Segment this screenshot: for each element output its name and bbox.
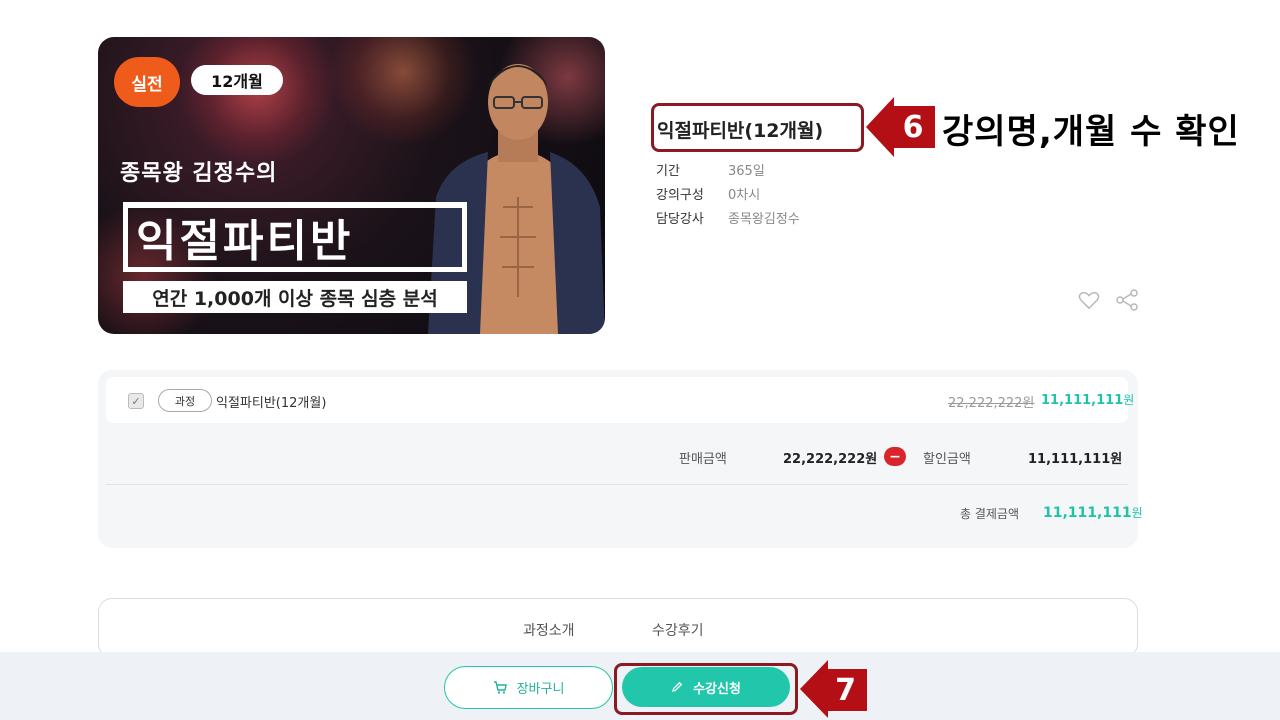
tab-reviews[interactable]: 수강후기 — [652, 620, 704, 640]
sale-price-unit: 원 — [1123, 393, 1135, 407]
share-icon[interactable] — [1115, 289, 1139, 311]
discount-amount-label: 할인금액 — [923, 452, 971, 467]
annotation-arrow-icon — [866, 97, 894, 157]
annotation-step-number: 6 — [891, 106, 935, 148]
sale-amount-label: 판매금액 — [679, 452, 727, 467]
cart-icon — [493, 681, 507, 694]
firework-decoration — [178, 37, 338, 167]
meta-key: 강의구성 — [656, 188, 704, 203]
total-amount-value: 11,111,111원 — [1043, 504, 1143, 521]
minus-icon: − — [884, 447, 906, 466]
annotation-step-text: 강의명,개월 수 확인 — [942, 112, 1240, 152]
meta-value: 종목왕김정수 — [728, 212, 800, 227]
meta-row-period: 기간 365일 — [656, 160, 765, 179]
meta-row-lessons: 강의구성 0차시 — [656, 184, 760, 203]
total-amount-unit: 원 — [1131, 506, 1143, 520]
original-price: 22,222,222원 — [948, 396, 1035, 411]
sale-price-number: 11,111,111 — [1041, 393, 1124, 408]
annotation-highlight-box — [614, 663, 798, 715]
item-type-badge: 과정 — [158, 389, 212, 412]
total-amount-label: 총 결제금액 — [960, 507, 1020, 521]
sale-price: 11,111,111원 — [1041, 391, 1134, 408]
discount-amount-value: 11,111,111원 — [1028, 452, 1123, 467]
option-course-name: 익절파티반(12개월) — [216, 396, 327, 411]
meta-key: 기간 — [656, 164, 680, 179]
period-badge: 12개월 — [191, 65, 283, 95]
meta-value: 0차시 — [728, 188, 761, 203]
banner-caption: 연간 1,000개 이상 종목 심층 분석 — [123, 281, 467, 313]
banner-title: 익절파티반 — [136, 216, 354, 267]
total-amount-number: 11,111,111 — [1043, 505, 1132, 521]
level-badge: 실전 — [114, 57, 180, 107]
cart-button-label: 장바구니 — [516, 682, 565, 697]
banner-subtitle: 종목왕 김정수의 — [120, 161, 278, 186]
meta-key: 담당강사 — [656, 212, 704, 227]
course-checkbox[interactable]: ✓ — [128, 393, 144, 409]
add-to-cart-button[interactable]: 장바구니 — [444, 666, 613, 709]
divider — [106, 484, 1128, 485]
meta-row-instructor: 담당강사 종목왕김정수 — [656, 208, 800, 227]
annotation-highlight-box — [651, 103, 864, 152]
course-banner-image: 실전 12개월 종목왕 김정수의 익절파티반 연간 1,000개 이상 종목 심… — [98, 37, 605, 334]
content-tabs — [98, 598, 1138, 658]
meta-value: 365일 — [728, 164, 765, 179]
sale-amount-value: 22,222,222원 — [783, 452, 878, 467]
heart-icon[interactable] — [1078, 290, 1100, 310]
annotation-step-number: 7 — [824, 669, 867, 711]
tab-course-intro[interactable]: 과정소개 — [523, 620, 575, 640]
